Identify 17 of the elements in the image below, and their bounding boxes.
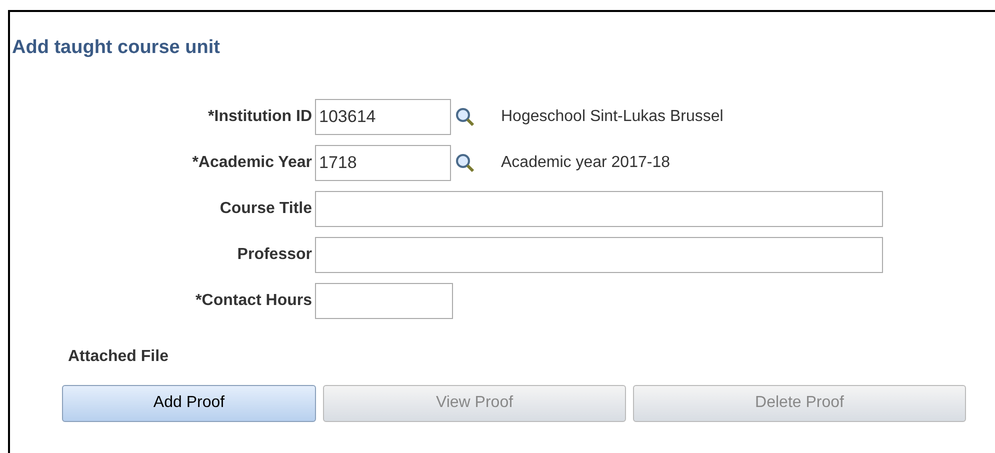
input-field[interactable] [315, 282, 453, 318]
input-field[interactable] [315, 190, 883, 226]
field-label: Professor [236, 244, 313, 264]
input-field[interactable]: 1718 [315, 144, 451, 180]
section-label: Attached File [68, 346, 168, 366]
search-icon[interactable] [455, 106, 475, 126]
field-label: *Academic Year [191, 152, 313, 172]
input-field[interactable]: 103614 [315, 98, 451, 134]
field-label: *Institution ID [207, 106, 313, 126]
field-label: *Contact Hours [194, 290, 313, 310]
search-icon[interactable] [455, 152, 475, 172]
field-label: Course Title [218, 198, 313, 218]
field-description: Hogeschool Sint-Lukas Brussel [501, 106, 724, 126]
page-title: Add taught course unit [12, 36, 221, 60]
field-description: Academic year 2017-18 [501, 152, 670, 172]
proof-button[interactable]: Add Proof [62, 384, 316, 422]
input-field[interactable] [315, 236, 883, 272]
